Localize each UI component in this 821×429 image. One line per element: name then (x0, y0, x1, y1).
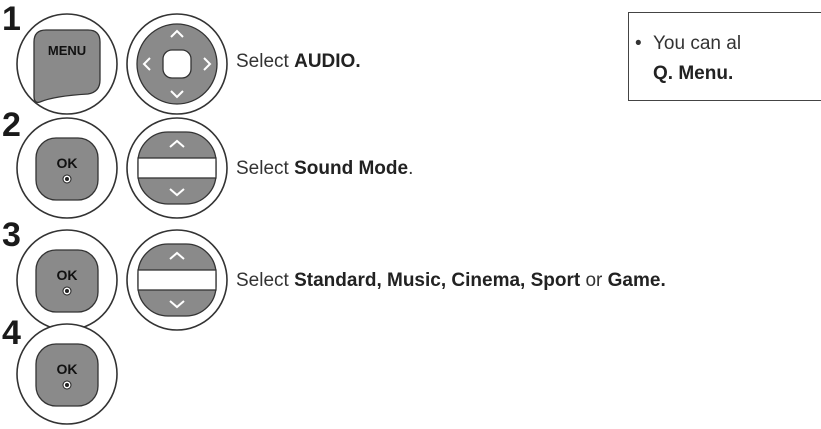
step-1-instruction: Select AUDIO. (236, 51, 361, 73)
menu-key-icon: MENU (16, 13, 118, 115)
navigation-updown-icon (126, 117, 228, 219)
ok-key-icon: OK (16, 323, 118, 425)
step-1-prefix: Select (236, 51, 295, 72)
menu-key-label: MENU (48, 43, 86, 58)
step-2-bold: Sound Mode (294, 158, 409, 179)
note-bold-text: Q. Menu. (653, 63, 734, 84)
step-3-instruction: Select Standard, Music, Cinema, Sport or… (236, 270, 666, 292)
ok-key-icon: OK (16, 117, 118, 219)
step-2-suffix: . (408, 158, 414, 179)
step-3-bold-last: Game. (607, 270, 666, 291)
step-2-prefix: Select (236, 158, 295, 179)
navigation-updown-icon (126, 229, 228, 331)
step-3-prefix: Select (236, 270, 295, 291)
ok-key-icon: OK (16, 229, 118, 331)
note-bullet: • (635, 33, 642, 54)
step-1-bold: AUDIO. (294, 51, 361, 72)
ok-key-label: OK (57, 155, 78, 171)
step-3-connector: or (580, 270, 608, 291)
step-2-instruction: Select Sound Mode. (236, 158, 413, 180)
step-3-bold-list: Standard, Music, Cinema, Sport (294, 270, 581, 291)
note-text: You can al (653, 33, 742, 54)
note-line-1: • You can al (635, 33, 742, 55)
note-box: • You can al Q. Menu. (628, 12, 821, 101)
ok-key-label: OK (57, 267, 78, 283)
navigation-4way-icon (126, 13, 228, 115)
ok-key-label: OK (57, 361, 78, 377)
